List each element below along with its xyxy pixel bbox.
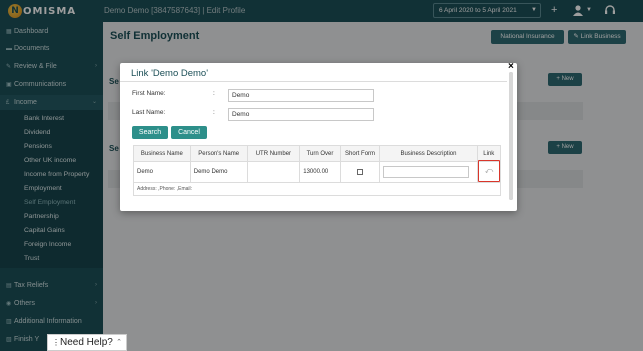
business-name-cell: Demo [133, 161, 191, 183]
undo-link-icon: ⤺ [484, 166, 494, 175]
description-cell [379, 161, 478, 183]
table-header-row: Business Name Person's Name UTR Number T… [133, 145, 502, 162]
turnover-cell: 13000.00 [299, 161, 341, 183]
last-name-field[interactable] [228, 108, 374, 121]
column-header: UTR Number [246, 145, 301, 162]
address-cell: Address: ,Phone: ,Email: [133, 182, 501, 196]
modal-divider [120, 81, 507, 82]
column-header: Business Description [379, 145, 478, 162]
business-description-input[interactable] [383, 166, 470, 178]
drag-handle-icon: ⋮ [52, 338, 60, 347]
results-table: Business Name Person's Name UTR Number T… [133, 145, 502, 196]
first-name-label: First Name: [132, 90, 166, 97]
last-name-label: Last Name: [132, 109, 166, 116]
short-form-checkbox[interactable] [357, 168, 364, 175]
address-row: Address: ,Phone: ,Email: [133, 182, 501, 196]
table-row: Demo Demo Demo 13000.00 [133, 161, 502, 183]
column-header: Turn Over [299, 145, 341, 162]
cancel-button[interactable]: Cancel [171, 126, 207, 139]
column-header: Business Name [133, 145, 191, 162]
first-name-colon: : [213, 90, 215, 97]
utr-cell [246, 161, 301, 183]
modal-scrollbar[interactable] [509, 72, 513, 200]
need-help-label: Need Help? [60, 337, 113, 348]
column-header: Person's Name [189, 145, 248, 162]
search-button[interactable]: Search [132, 126, 168, 139]
chevron-up-icon: ⌃ [116, 339, 122, 346]
person-name-cell: Demo Demo [189, 161, 248, 183]
link-modal: Link 'Demo Demo' × First Name: : Last Na… [120, 61, 517, 211]
short-form-cell [339, 161, 381, 183]
first-name-field[interactable] [228, 89, 374, 102]
scrollbar-thumb[interactable] [509, 72, 513, 200]
need-help-widget[interactable]: ⋮Need Help? ⌃ [47, 334, 127, 351]
link-button[interactable]: ⤺ [478, 160, 500, 182]
modal-title: Link 'Demo Demo' [131, 68, 209, 79]
last-name-colon: : [213, 109, 215, 116]
column-header: Short Form [339, 145, 381, 162]
